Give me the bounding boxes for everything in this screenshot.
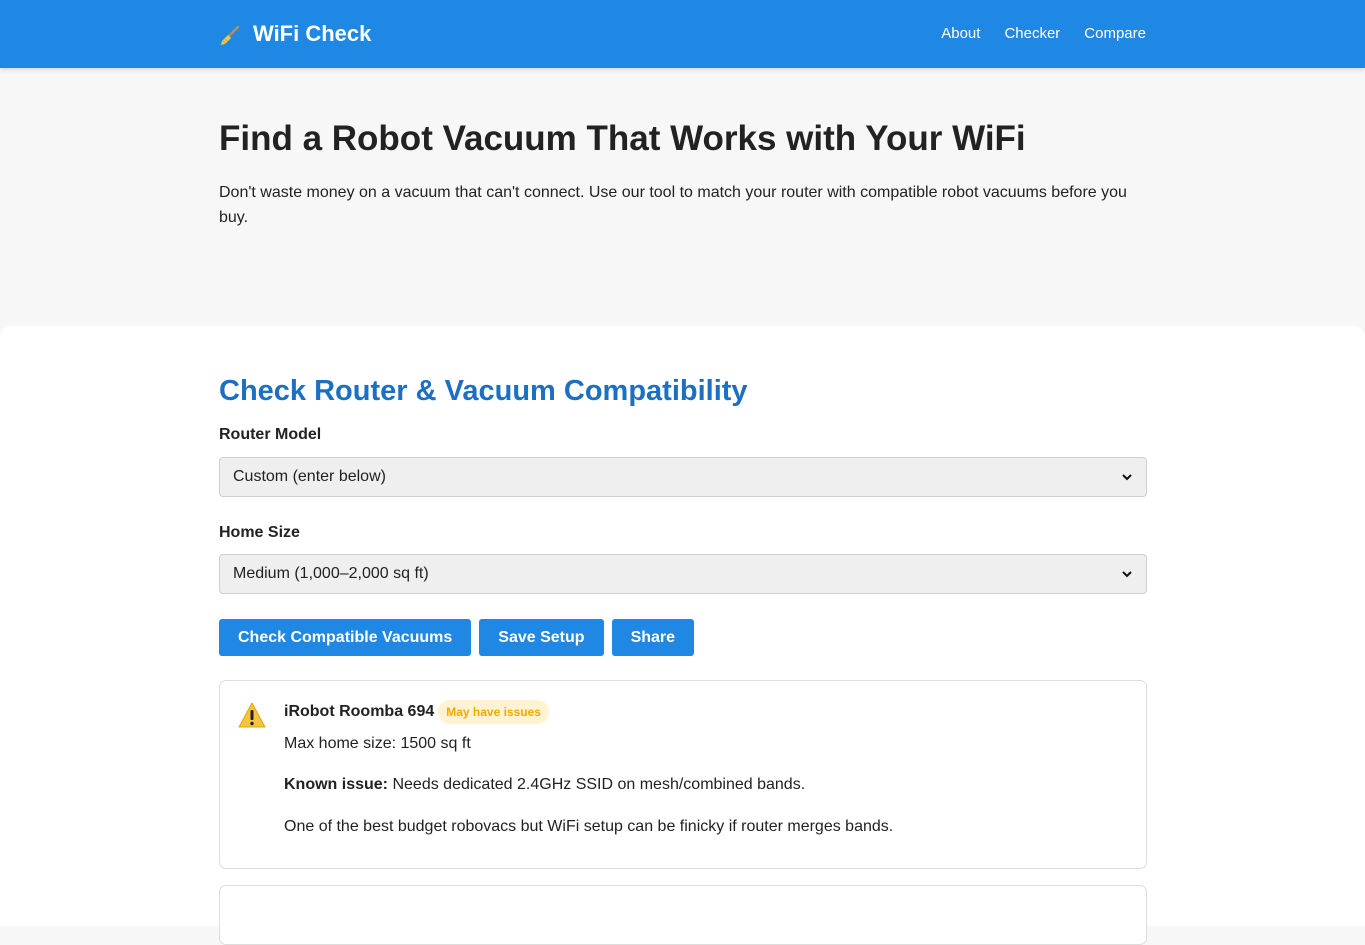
checker-panel: Check Router & Vacuum Compatibility Rout… (0, 326, 1365, 945)
vacuum-name: iRobot Roomba 694 (284, 703, 435, 720)
chevron-down-icon (1122, 474, 1132, 481)
result-card: iRobot Roomba 694 May have issues Max ho… (219, 680, 1147, 869)
router-model-label: Router Model (219, 426, 322, 443)
home-size-value: Medium (1,000–2,000 sq ft) (233, 565, 429, 582)
vacuum-note: One of the best budget robovacs but WiFi… (284, 818, 894, 835)
max-home-size: Max home size: 1500 sq ft (284, 735, 471, 752)
hero-subtitle: Don't waste money on a vacuum that can't… (219, 184, 1127, 226)
home-size-select[interactable]: Medium (1,000–2,000 sq ft) (219, 554, 1147, 594)
brand-logo[interactable]: WiFi Check (219, 19, 371, 49)
nav-checker-link[interactable]: Checker (1004, 24, 1060, 44)
status-badge: May have issues (438, 700, 549, 724)
warning-icon (238, 702, 266, 728)
chevron-down-icon (1122, 571, 1132, 578)
checker-title: Check Router & Vacuum Compatibility (219, 375, 748, 407)
home-size-label: Home Size (219, 524, 300, 541)
top-navbar: WiFi Check About Checker Compare (0, 0, 1365, 68)
nav-compare-link[interactable]: Compare (1084, 24, 1146, 44)
result-title-row: iRobot Roomba 694 May have issues (284, 699, 1124, 725)
hero-section: Find a Robot Vacuum That Works with Your… (219, 118, 1147, 230)
result-card (219, 885, 1147, 945)
check-compatible-button[interactable]: Check Compatible Vacuums (219, 619, 472, 656)
result-card-body: iRobot Roomba 694 May have issues Max ho… (284, 699, 1124, 837)
router-model-value: Custom (enter below) (233, 468, 386, 485)
known-issue-text: Needs dedicated 2.4GHz SSID on mesh/comb… (392, 776, 806, 793)
main-nav: About Checker Compare (941, 24, 1146, 44)
save-setup-button[interactable]: Save Setup (479, 619, 604, 656)
known-issue-label: Known issue: (284, 776, 389, 793)
known-issue: Known issue: Needs dedicated 2.4GHz SSID… (284, 775, 1124, 795)
nav-about-link[interactable]: About (941, 24, 980, 44)
brand-name: WiFi Check (253, 21, 372, 46)
action-buttons: Check Compatible Vacuums Save Setup Shar… (219, 619, 695, 656)
share-button[interactable]: Share (611, 619, 695, 656)
broom-icon (219, 22, 241, 46)
router-model-select[interactable]: Custom (enter below) (219, 457, 1147, 497)
hero-title: Find a Robot Vacuum That Works with Your… (219, 119, 1026, 158)
